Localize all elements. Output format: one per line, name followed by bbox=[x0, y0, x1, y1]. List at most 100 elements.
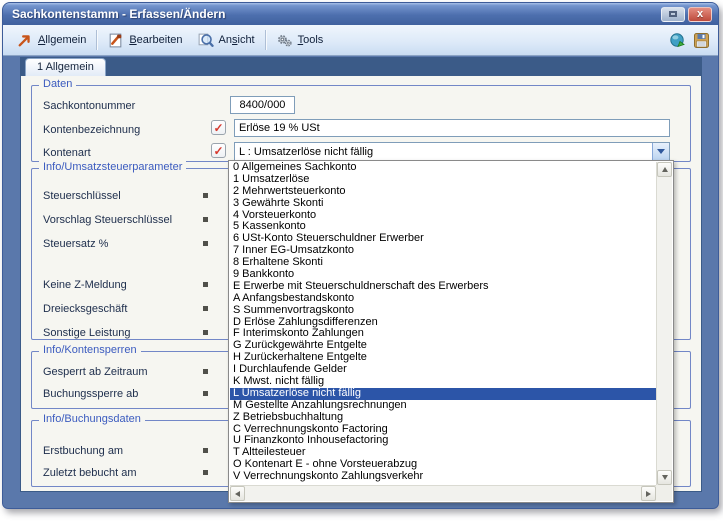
list-item-label: K Mwst. nicht fällig bbox=[233, 376, 324, 387]
title-bar[interactable]: Sachkontenstamm - Erfassen/Ändern x bbox=[3, 3, 718, 25]
list-item[interactable]: K Mwst. nicht fällig bbox=[230, 376, 656, 388]
list-item-label: 6 USt-Konto Steuerschuldner Erwerber bbox=[233, 233, 424, 244]
list-item[interactable]: 1 Umsatzerlöse bbox=[230, 174, 656, 186]
list-item-label: F Interimskonto Zahlungen bbox=[233, 328, 364, 339]
list-item[interactable]: 6 USt-Konto Steuerschuldner Erwerber bbox=[230, 233, 656, 245]
list-item[interactable]: S Summenvortragskonto bbox=[230, 305, 656, 317]
label-kontenbezeichnung: Kontenbezeichnung bbox=[43, 124, 140, 136]
list-item-label: O Kontenart E - ohne Vorsteuerabzug bbox=[233, 459, 417, 470]
label-sachkontonummer: Sachkontonummer bbox=[43, 100, 135, 112]
field-marker-icon bbox=[203, 330, 208, 335]
chevron-down-icon bbox=[657, 149, 665, 154]
field-label: Dreiecksgeschäft bbox=[43, 303, 127, 315]
arrow-up-icon bbox=[662, 167, 668, 172]
magnifier-icon bbox=[197, 32, 214, 49]
list-item-label: L Umsatzerlöse nicht fällig bbox=[233, 388, 361, 399]
list-item[interactable]: O Kontenart E - ohne Vorsteuerabzug bbox=[230, 459, 656, 471]
list-item[interactable]: 8 Erhaltene Skonti bbox=[230, 257, 656, 269]
list-item-label: 1 Umsatzerlöse bbox=[233, 174, 309, 185]
list-item[interactable]: E Erwerbe mit Steuerschuldnerschaft des … bbox=[230, 281, 656, 293]
list-item[interactable]: 0 Allgemeines Sachkonto bbox=[230, 162, 656, 174]
list-item[interactable]: 5 Kassenkonto bbox=[230, 221, 656, 233]
list-item-label: G Zurückgewährte Entgelte bbox=[233, 340, 367, 351]
list-item[interactable]: D Erlöse Zahlungsdifferenzen bbox=[230, 317, 656, 329]
close-button[interactable]: x bbox=[688, 7, 712, 22]
menu-label: Ansicht bbox=[219, 34, 255, 46]
list-item[interactable]: T Altteilesteuer bbox=[230, 447, 656, 459]
field-marker-icon bbox=[203, 391, 208, 396]
restore-button[interactable] bbox=[661, 7, 685, 22]
list-item-label: H Zurückerhaltene Entgelte bbox=[233, 352, 367, 363]
field-label: Sonstige Leistung bbox=[43, 327, 130, 339]
tab-allgemein[interactable]: 1 Allgemein bbox=[25, 58, 106, 76]
toolbar-separator bbox=[96, 30, 97, 50]
list-item[interactable]: A Anfangsbestandskonto bbox=[230, 293, 656, 305]
field-label: Vorschlag Steuerschlüssel bbox=[43, 214, 172, 226]
group-title: Info/Buchungsdaten bbox=[39, 413, 145, 425]
list-item-label: 3 Gewährte Skonti bbox=[233, 198, 324, 209]
arrow-left-icon bbox=[235, 491, 240, 497]
list-item[interactable]: H Zurückerhaltene Entgelte bbox=[230, 352, 656, 364]
menu-allgemein[interactable]: Allgemein bbox=[9, 30, 93, 51]
tab-page-allgemein: Daten Sachkontonummer 8400/000 Kontenbez… bbox=[20, 76, 702, 492]
group-title: Info/Umsatzsteuerparameter bbox=[39, 161, 186, 173]
menu-label: Allgemein bbox=[38, 34, 86, 46]
globe-sync-icon[interactable] bbox=[669, 32, 686, 49]
list-item[interactable]: G Zurückgewährte Entgelte bbox=[230, 340, 656, 352]
close-icon: x bbox=[697, 9, 703, 20]
list-item[interactable]: 7 Inner EG-Umsatzkonto bbox=[230, 245, 656, 257]
group-title: Daten bbox=[39, 78, 76, 90]
menu-bearbeiten[interactable]: Bearbeiten bbox=[100, 30, 189, 51]
list-item[interactable]: 2 Mehrwertsteuerkonto bbox=[230, 186, 656, 198]
menu-tools[interactable]: Tools bbox=[269, 30, 331, 51]
vertical-scrollbar[interactable] bbox=[656, 162, 672, 485]
list-item[interactable]: C Verrechnungskonto Factoring bbox=[230, 424, 656, 436]
arrow-down-icon bbox=[662, 475, 668, 480]
list-item[interactable]: M Gestellte Anzahlungsrechnungen bbox=[230, 400, 656, 412]
list-item[interactable]: 9 Bankkonto bbox=[230, 269, 656, 281]
kontenart-combobox[interactable]: L : Umsatzerlöse nicht fällig bbox=[234, 142, 670, 161]
list-item-label: 9 Bankkonto bbox=[233, 269, 294, 280]
field-marker-icon bbox=[203, 282, 208, 287]
toolbar-separator bbox=[265, 30, 266, 50]
scroll-up-button[interactable] bbox=[657, 162, 672, 177]
field-marker-icon bbox=[203, 448, 208, 453]
scroll-right-button[interactable] bbox=[641, 486, 656, 501]
window-title: Sachkontenstamm - Erfassen/Ändern bbox=[12, 7, 225, 21]
field-label: Erstbuchung am bbox=[43, 445, 123, 457]
scroll-down-button[interactable] bbox=[657, 470, 672, 485]
list-item[interactable]: F Interimskonto Zahlungen bbox=[230, 328, 656, 340]
combobox-dropdown-button[interactable] bbox=[652, 143, 669, 160]
list-item-label: V Verrechnungskonto Zahlungsverkehr bbox=[233, 471, 423, 482]
arrow-up-right-icon bbox=[16, 32, 33, 49]
field-marker-icon bbox=[203, 369, 208, 374]
toolbar: Allgemein Bearbeiten Ansicht bbox=[3, 25, 718, 56]
scroll-left-button[interactable] bbox=[230, 486, 245, 501]
sachkontonummer-input[interactable]: 8400/000 bbox=[230, 96, 295, 114]
list-item[interactable]: U Finanzkonto Inhousefactoring bbox=[230, 435, 656, 447]
list-item[interactable]: V Verrechnungskonto Zahlungsverkehr bbox=[230, 471, 656, 483]
required-check-icon[interactable]: ✓ bbox=[211, 143, 226, 158]
list-item-label: D Erlöse Zahlungsdifferenzen bbox=[233, 317, 378, 328]
required-check-icon[interactable]: ✓ bbox=[211, 120, 226, 135]
kontenbezeichnung-input[interactable]: Erlöse 19 % USt bbox=[234, 119, 670, 137]
client-area: 1 Allgemein Daten Sachkontonummer 8400/0… bbox=[3, 57, 718, 508]
list-item[interactable]: 4 Vorsteuerkonto bbox=[230, 210, 656, 222]
list-item-label: U Finanzkonto Inhousefactoring bbox=[233, 435, 388, 446]
save-icon[interactable] bbox=[693, 32, 710, 49]
list-item-label: T Altteilesteuer bbox=[233, 447, 306, 458]
menu-ansicht[interactable]: Ansicht bbox=[190, 30, 262, 51]
kontenart-listbox[interactable]: 0 Allgemeines Sachkonto 1 Umsatzerlöse 2… bbox=[230, 162, 656, 485]
gears-icon bbox=[276, 32, 293, 49]
group-daten: Daten Sachkontonummer 8400/000 Kontenbez… bbox=[31, 85, 691, 162]
field-label: Buchungssperre ab bbox=[43, 388, 138, 400]
list-item[interactable]: L Umsatzerlöse nicht fällig bbox=[230, 388, 656, 400]
scrollbar-corner bbox=[656, 485, 672, 501]
list-item[interactable]: Z Betriebsbuchhaltung bbox=[230, 412, 656, 424]
horizontal-scrollbar[interactable] bbox=[230, 485, 656, 501]
list-item[interactable]: 3 Gewährte Skonti bbox=[230, 198, 656, 210]
list-item-label: S Summenvortragskonto bbox=[233, 305, 354, 316]
list-item[interactable]: I Durchlaufende Gelder bbox=[230, 364, 656, 376]
field-marker-icon bbox=[203, 217, 208, 222]
field-label: Steuersatz % bbox=[43, 238, 108, 250]
